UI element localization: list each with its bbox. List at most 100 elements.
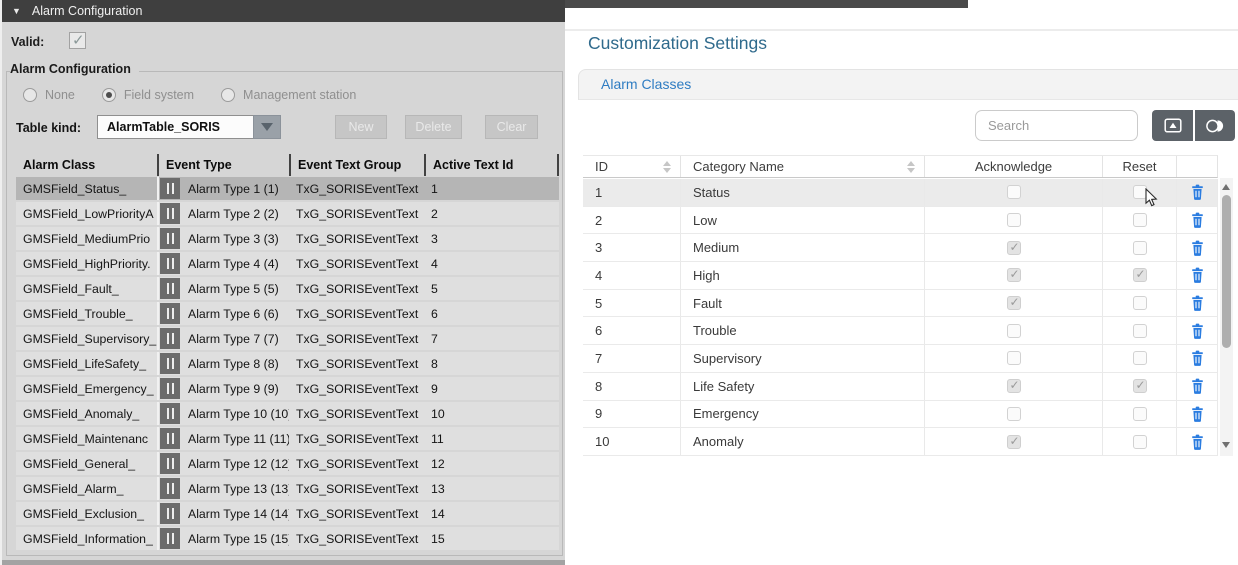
table-row[interactable]: GMSField_Status_Alarm Type 1 (1)TxG_SORI… — [16, 177, 559, 200]
table-kind-dropdown[interactable]: AlarmTable_SORIS — [97, 115, 281, 139]
pause-bars-icon[interactable] — [160, 453, 180, 474]
pause-bars-icon[interactable] — [160, 303, 180, 324]
tab-alarm-classes[interactable]: Alarm Classes — [579, 70, 691, 99]
table-row[interactable]: GMSField_LowPriorityAAlarm Type 2 (2)TxG… — [16, 202, 559, 225]
delete-row-button[interactable] — [1177, 373, 1217, 400]
table-row[interactable]: 5Fault — [583, 290, 1217, 318]
event-type-text: Alarm Type 4 (4) — [188, 257, 279, 271]
radio-management-station[interactable]: Management station — [221, 88, 356, 102]
pause-bars-icon[interactable] — [160, 178, 180, 199]
table-row[interactable]: 8Life Safety — [583, 373, 1217, 401]
table-row[interactable]: GMSField_Anomaly_Alarm Type 10 (10)TxG_S… — [16, 402, 559, 425]
table-row[interactable]: 1Status — [583, 179, 1217, 207]
pause-bars-icon[interactable] — [160, 353, 180, 374]
table-row[interactable]: GMSField_Fault_Alarm Type 5 (5)TxG_SORIS… — [16, 277, 559, 300]
radio-none[interactable]: None — [23, 88, 75, 102]
table-row[interactable]: GMSField_HighPriority.Alarm Type 4 (4)Tx… — [16, 252, 559, 275]
table-row[interactable]: GMSField_Supervisory_Alarm Type 7 (7)TxG… — [16, 327, 559, 350]
delete-row-button[interactable] — [1177, 179, 1217, 206]
table-row[interactable]: 7Supervisory — [583, 345, 1217, 373]
reset-checkbox[interactable] — [1133, 407, 1147, 421]
reset-checkbox[interactable] — [1133, 324, 1147, 338]
image-export-button[interactable] — [1152, 110, 1193, 141]
pause-bars-icon[interactable] — [160, 503, 180, 524]
pause-bars-icon[interactable] — [160, 378, 180, 399]
reset-checkbox[interactable] — [1133, 268, 1147, 282]
table-row[interactable]: GMSField_Trouble_Alarm Type 6 (6)TxG_SOR… — [16, 302, 559, 325]
table-row[interactable]: GMSField_General_Alarm Type 12 (12)TxG_S… — [16, 452, 559, 475]
delete-row-button[interactable] — [1177, 290, 1217, 317]
delete-row-button[interactable] — [1177, 428, 1217, 455]
clear-button[interactable]: Clear — [485, 115, 538, 139]
column-header-category-name[interactable]: Category Name — [681, 156, 925, 177]
actions-cell — [1177, 345, 1217, 372]
acknowledge-checkbox[interactable] — [1007, 268, 1021, 282]
delete-row-button[interactable] — [1177, 317, 1217, 344]
table-row[interactable]: GMSField_MaintenancAlarm Type 11 (11)TxG… — [16, 427, 559, 450]
acknowledge-checkbox[interactable] — [1007, 324, 1021, 338]
pause-bars-icon[interactable] — [160, 428, 180, 449]
table-row[interactable]: GMSField_MediumPrioAlarm Type 3 (3)TxG_S… — [16, 227, 559, 250]
new-button[interactable]: New — [335, 115, 387, 139]
acknowledge-checkbox[interactable] — [1007, 241, 1021, 255]
table-row[interactable]: 2Low — [583, 207, 1217, 235]
delete-row-button[interactable] — [1177, 401, 1217, 428]
pause-bars-icon[interactable] — [160, 528, 180, 549]
reset-checkbox[interactable] — [1133, 379, 1147, 393]
delete-row-button[interactable] — [1177, 207, 1217, 234]
table-row[interactable]: 4High — [583, 262, 1217, 290]
reset-checkbox[interactable] — [1133, 435, 1147, 449]
table-row[interactable]: GMSField_Emergency_Alarm Type 9 (9)TxG_S… — [16, 377, 559, 400]
table-kind-value[interactable]: AlarmTable_SORIS — [97, 115, 253, 139]
delete-button[interactable]: Delete — [405, 115, 462, 139]
valid-checkbox[interactable] — [69, 32, 86, 49]
acknowledge-checkbox[interactable] — [1007, 407, 1021, 421]
pause-bars-icon[interactable] — [160, 478, 180, 499]
delete-row-button[interactable] — [1177, 345, 1217, 372]
event-type-text: Alarm Type 7 (7) — [188, 332, 279, 346]
event-text-group-cell: TxG_SORISEventText — [289, 427, 424, 450]
toggle-view-button[interactable] — [1195, 110, 1235, 141]
acknowledge-checkbox[interactable] — [1007, 296, 1021, 310]
table-kind-label: Table kind: — [16, 121, 81, 135]
table-row[interactable]: 9Emergency — [583, 401, 1217, 429]
reset-checkbox[interactable] — [1133, 296, 1147, 310]
scroll-down-icon[interactable] — [1222, 442, 1230, 448]
event-type-cell: Alarm Type 9 (9) — [157, 377, 289, 400]
reset-checkbox[interactable] — [1133, 213, 1147, 227]
scrollbar-thumb[interactable] — [1222, 195, 1231, 348]
table-row[interactable]: GMSField_LifeSafety_Alarm Type 8 (8)TxG_… — [16, 352, 559, 375]
pause-bars-icon[interactable] — [160, 228, 180, 249]
pause-bars-icon[interactable] — [160, 403, 180, 424]
scroll-up-icon[interactable] — [1222, 184, 1230, 190]
table-row[interactable]: GMSField_Information_Alarm Type 15 (15)T… — [16, 527, 559, 550]
column-header-id[interactable]: ID — [583, 156, 681, 177]
category-name-cell: Anomaly — [681, 428, 925, 455]
category-name-cell: Trouble — [681, 317, 925, 344]
table-row[interactable]: 10Anomaly — [583, 428, 1217, 456]
table-row[interactable]: GMSField_Alarm_Alarm Type 13 (13)TxG_SOR… — [16, 477, 559, 500]
acknowledge-checkbox[interactable] — [1007, 435, 1021, 449]
reset-checkbox[interactable] — [1133, 241, 1147, 255]
search-input[interactable] — [975, 110, 1138, 141]
reset-checkbox[interactable] — [1133, 351, 1147, 365]
triangle-down-icon[interactable]: ▼ — [12, 6, 21, 16]
vertical-scrollbar[interactable] — [1220, 178, 1233, 456]
dropdown-arrow-button[interactable] — [253, 115, 281, 139]
pause-bars-icon[interactable] — [160, 253, 180, 274]
actions-cell — [1177, 234, 1217, 261]
alarm-configuration-panel-header[interactable]: ▼ Alarm Configuration — [2, 0, 567, 22]
acknowledge-checkbox[interactable] — [1007, 351, 1021, 365]
delete-row-button[interactable] — [1177, 234, 1217, 261]
pause-bars-icon[interactable] — [160, 203, 180, 224]
table-row[interactable]: GMSField_Exclusion_Alarm Type 14 (14)TxG… — [16, 502, 559, 525]
pause-bars-icon[interactable] — [160, 278, 180, 299]
acknowledge-checkbox[interactable] — [1007, 379, 1021, 393]
table-row[interactable]: 3Medium — [583, 234, 1217, 262]
table-row[interactable]: 6Trouble — [583, 317, 1217, 345]
radio-field-system[interactable]: Field system — [102, 88, 194, 102]
acknowledge-checkbox[interactable] — [1007, 213, 1021, 227]
delete-row-button[interactable] — [1177, 262, 1217, 289]
acknowledge-checkbox[interactable] — [1007, 185, 1021, 199]
pause-bars-icon[interactable] — [160, 328, 180, 349]
